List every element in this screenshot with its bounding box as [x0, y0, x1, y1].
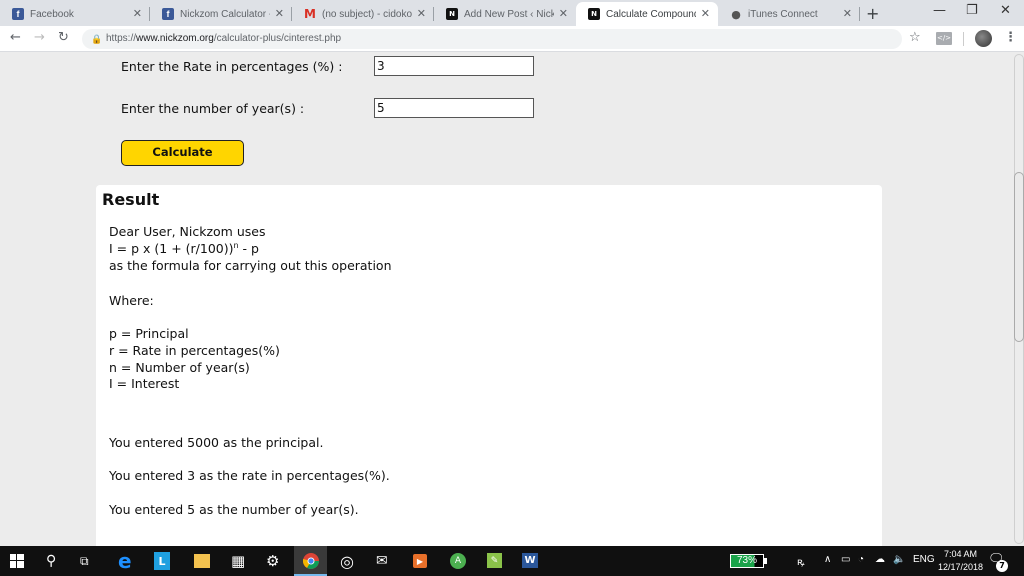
tab-title: Facebook: [30, 8, 74, 20]
definition-item: n = Number of year(s): [109, 360, 250, 375]
definition-item: p = Principal: [109, 326, 189, 341]
facebook-icon: f: [162, 8, 174, 20]
browser-toolbar: ← → ↻ 🔒 https://www.nickzom.org/calculat…: [0, 26, 1024, 52]
entered-years: You entered 5 as the number of year(s).: [109, 502, 359, 517]
media-player-icon[interactable]: ▶: [413, 554, 427, 568]
result-card: Result Dear User, Nickzom uses I = p x (…: [96, 185, 882, 546]
where-label: Where:: [109, 293, 154, 308]
bookmark-star-icon[interactable]: ☆: [909, 30, 921, 45]
settings-gear-icon[interactable]: ⚙: [266, 552, 279, 570]
extension-icon[interactable]: </>: [936, 32, 952, 45]
task-view-icon[interactable]: ⧉: [80, 552, 89, 570]
gmail-icon: M: [304, 7, 316, 21]
result-intro: Dear User, Nickzom uses: [109, 224, 266, 239]
chrome-icon[interactable]: [303, 552, 319, 570]
network-cloud-icon[interactable]: ☁: [875, 554, 885, 565]
battery-indicator[interactable]: 73%: [730, 554, 764, 568]
show-hidden-icons-chevron[interactable]: ∧: [824, 554, 831, 565]
close-window-button[interactable]: ✕: [1000, 3, 1011, 18]
years-label: Enter the number of year(s) :: [121, 101, 305, 116]
calculator-icon[interactable]: ▦: [231, 552, 245, 570]
tab-calculate-compound-interest[interactable]: N Calculate Compound In ✕: [576, 2, 718, 26]
formula-base: I = p x (1 + (r/100)): [109, 241, 234, 257]
mail-icon[interactable]: ✉: [376, 552, 388, 570]
rate-label: Enter the Rate in percentages (%) :: [121, 59, 343, 74]
entered-rate: You entered 3 as the rate in percentages…: [109, 468, 390, 483]
volume-icon[interactable]: 🔈: [893, 554, 905, 565]
notification-count-badge: 7: [996, 560, 1008, 572]
android-studio-icon[interactable]: A: [450, 553, 466, 569]
tab-title: iTunes Connect: [748, 8, 818, 20]
url-path: /calculator-plus/cinterest.php: [213, 33, 342, 44]
search-icon[interactable]: ⚲: [46, 552, 56, 570]
word-icon[interactable]: W: [522, 553, 538, 568]
close-tab-icon[interactable]: ✕: [701, 7, 710, 20]
minimize-button[interactable]: —: [933, 3, 946, 18]
url-scheme: https://: [106, 33, 137, 44]
calculate-button[interactable]: Calculate: [121, 140, 244, 166]
definition-item: r = Rate in percentages(%): [109, 343, 280, 358]
nickzom-icon: N: [446, 8, 458, 20]
address-bar[interactable]: 🔒 https://www.nickzom.org/calculator-plu…: [82, 29, 902, 49]
windows-start-icon[interactable]: [10, 552, 24, 570]
lync-app-icon[interactable]: L: [154, 552, 170, 570]
tab-title: Calculate Compound In: [606, 8, 696, 20]
tab-facebook[interactable]: f Facebook ✕: [0, 2, 150, 26]
edge-browser-icon[interactable]: e: [118, 549, 132, 573]
rate-input[interactable]: 3: [374, 56, 534, 76]
reload-icon[interactable]: ↻: [58, 30, 69, 45]
tab-title: Add New Post ‹ Nickzom: [464, 8, 554, 20]
new-tab-button[interactable]: +: [866, 4, 879, 23]
page-content: Enter the Rate in percentages (%) : 3 En…: [0, 52, 1012, 546]
close-tab-icon[interactable]: ✕: [275, 7, 284, 20]
tab-strip: f Facebook ✕ f Nickzom Calculator - Ho ✕…: [0, 0, 1024, 26]
apple-icon: ●: [731, 7, 741, 21]
battery-tip: [764, 558, 767, 564]
system-clock[interactable]: 7:04 AM 12/17/2018: [938, 548, 983, 574]
facebook-icon: f: [12, 8, 24, 20]
url-domain: www.nickzom.org: [136, 33, 214, 44]
formula-suffix: - p: [238, 241, 259, 257]
tab-itunes-connect[interactable]: ● iTunes Connect ✕: [718, 2, 860, 26]
battery-tray-icon[interactable]: ▭: [841, 554, 850, 565]
clock-time: 7:04 AM: [944, 549, 978, 559]
groove-music-icon[interactable]: ◎: [340, 552, 354, 571]
tab-title: Nickzom Calculator - Ho: [180, 8, 270, 20]
close-tab-icon[interactable]: ✕: [133, 7, 142, 20]
formula: I = p x (1 + (r/100))n - p: [109, 241, 259, 256]
close-tab-icon[interactable]: ✕: [843, 7, 852, 20]
notepad-app-icon[interactable]: ✎: [487, 553, 502, 568]
clock-date: 12/17/2018: [938, 562, 984, 572]
toolbar-separator: [963, 32, 964, 46]
entered-principal: You entered 5000 as the principal.: [109, 435, 324, 450]
people-icon[interactable]: ꝶ: [797, 554, 805, 568]
page-scrollbar[interactable]: [1012, 52, 1024, 546]
nickzom-icon: N: [588, 8, 600, 20]
profile-avatar[interactable]: [975, 30, 992, 47]
definition-item: I = Interest: [109, 376, 180, 391]
menu-dots-icon[interactable]: ⋮: [1004, 30, 1017, 45]
tab-title: (no subject) - cidokonic: [322, 8, 412, 20]
forward-arrow-icon[interactable]: →: [34, 30, 45, 45]
wifi-icon[interactable]: ◔: [858, 554, 864, 565]
tab-gmail[interactable]: M (no subject) - cidokonic ✕: [292, 2, 434, 26]
back-arrow-icon[interactable]: ←: [10, 30, 21, 45]
tab-add-new-post[interactable]: N Add New Post ‹ Nickzom ✕: [434, 2, 576, 26]
result-title: Result: [102, 190, 160, 209]
close-tab-icon[interactable]: ✕: [559, 7, 568, 20]
years-input[interactable]: 5: [374, 98, 534, 118]
windows-taskbar: ⚲ ⧉ e L ▦ ⚙ ◎ ✉ ▶ A ✎ W 73% ꝶ ∧ ▭ ◔ ☁ 🔈 …: [0, 546, 1024, 576]
close-tab-icon[interactable]: ✕: [417, 7, 426, 20]
tab-nickzom-calculator[interactable]: f Nickzom Calculator - Ho ✕: [150, 2, 292, 26]
lock-icon: 🔒: [91, 34, 103, 44]
file-explorer-icon[interactable]: [194, 554, 210, 568]
restore-button[interactable]: ❐: [966, 3, 978, 18]
formula-note: as the formula for carrying out this ope…: [109, 258, 392, 273]
scrollbar-thumb[interactable]: [1014, 172, 1024, 342]
tab-separator: [859, 7, 860, 21]
language-indicator[interactable]: ENG: [913, 554, 935, 565]
